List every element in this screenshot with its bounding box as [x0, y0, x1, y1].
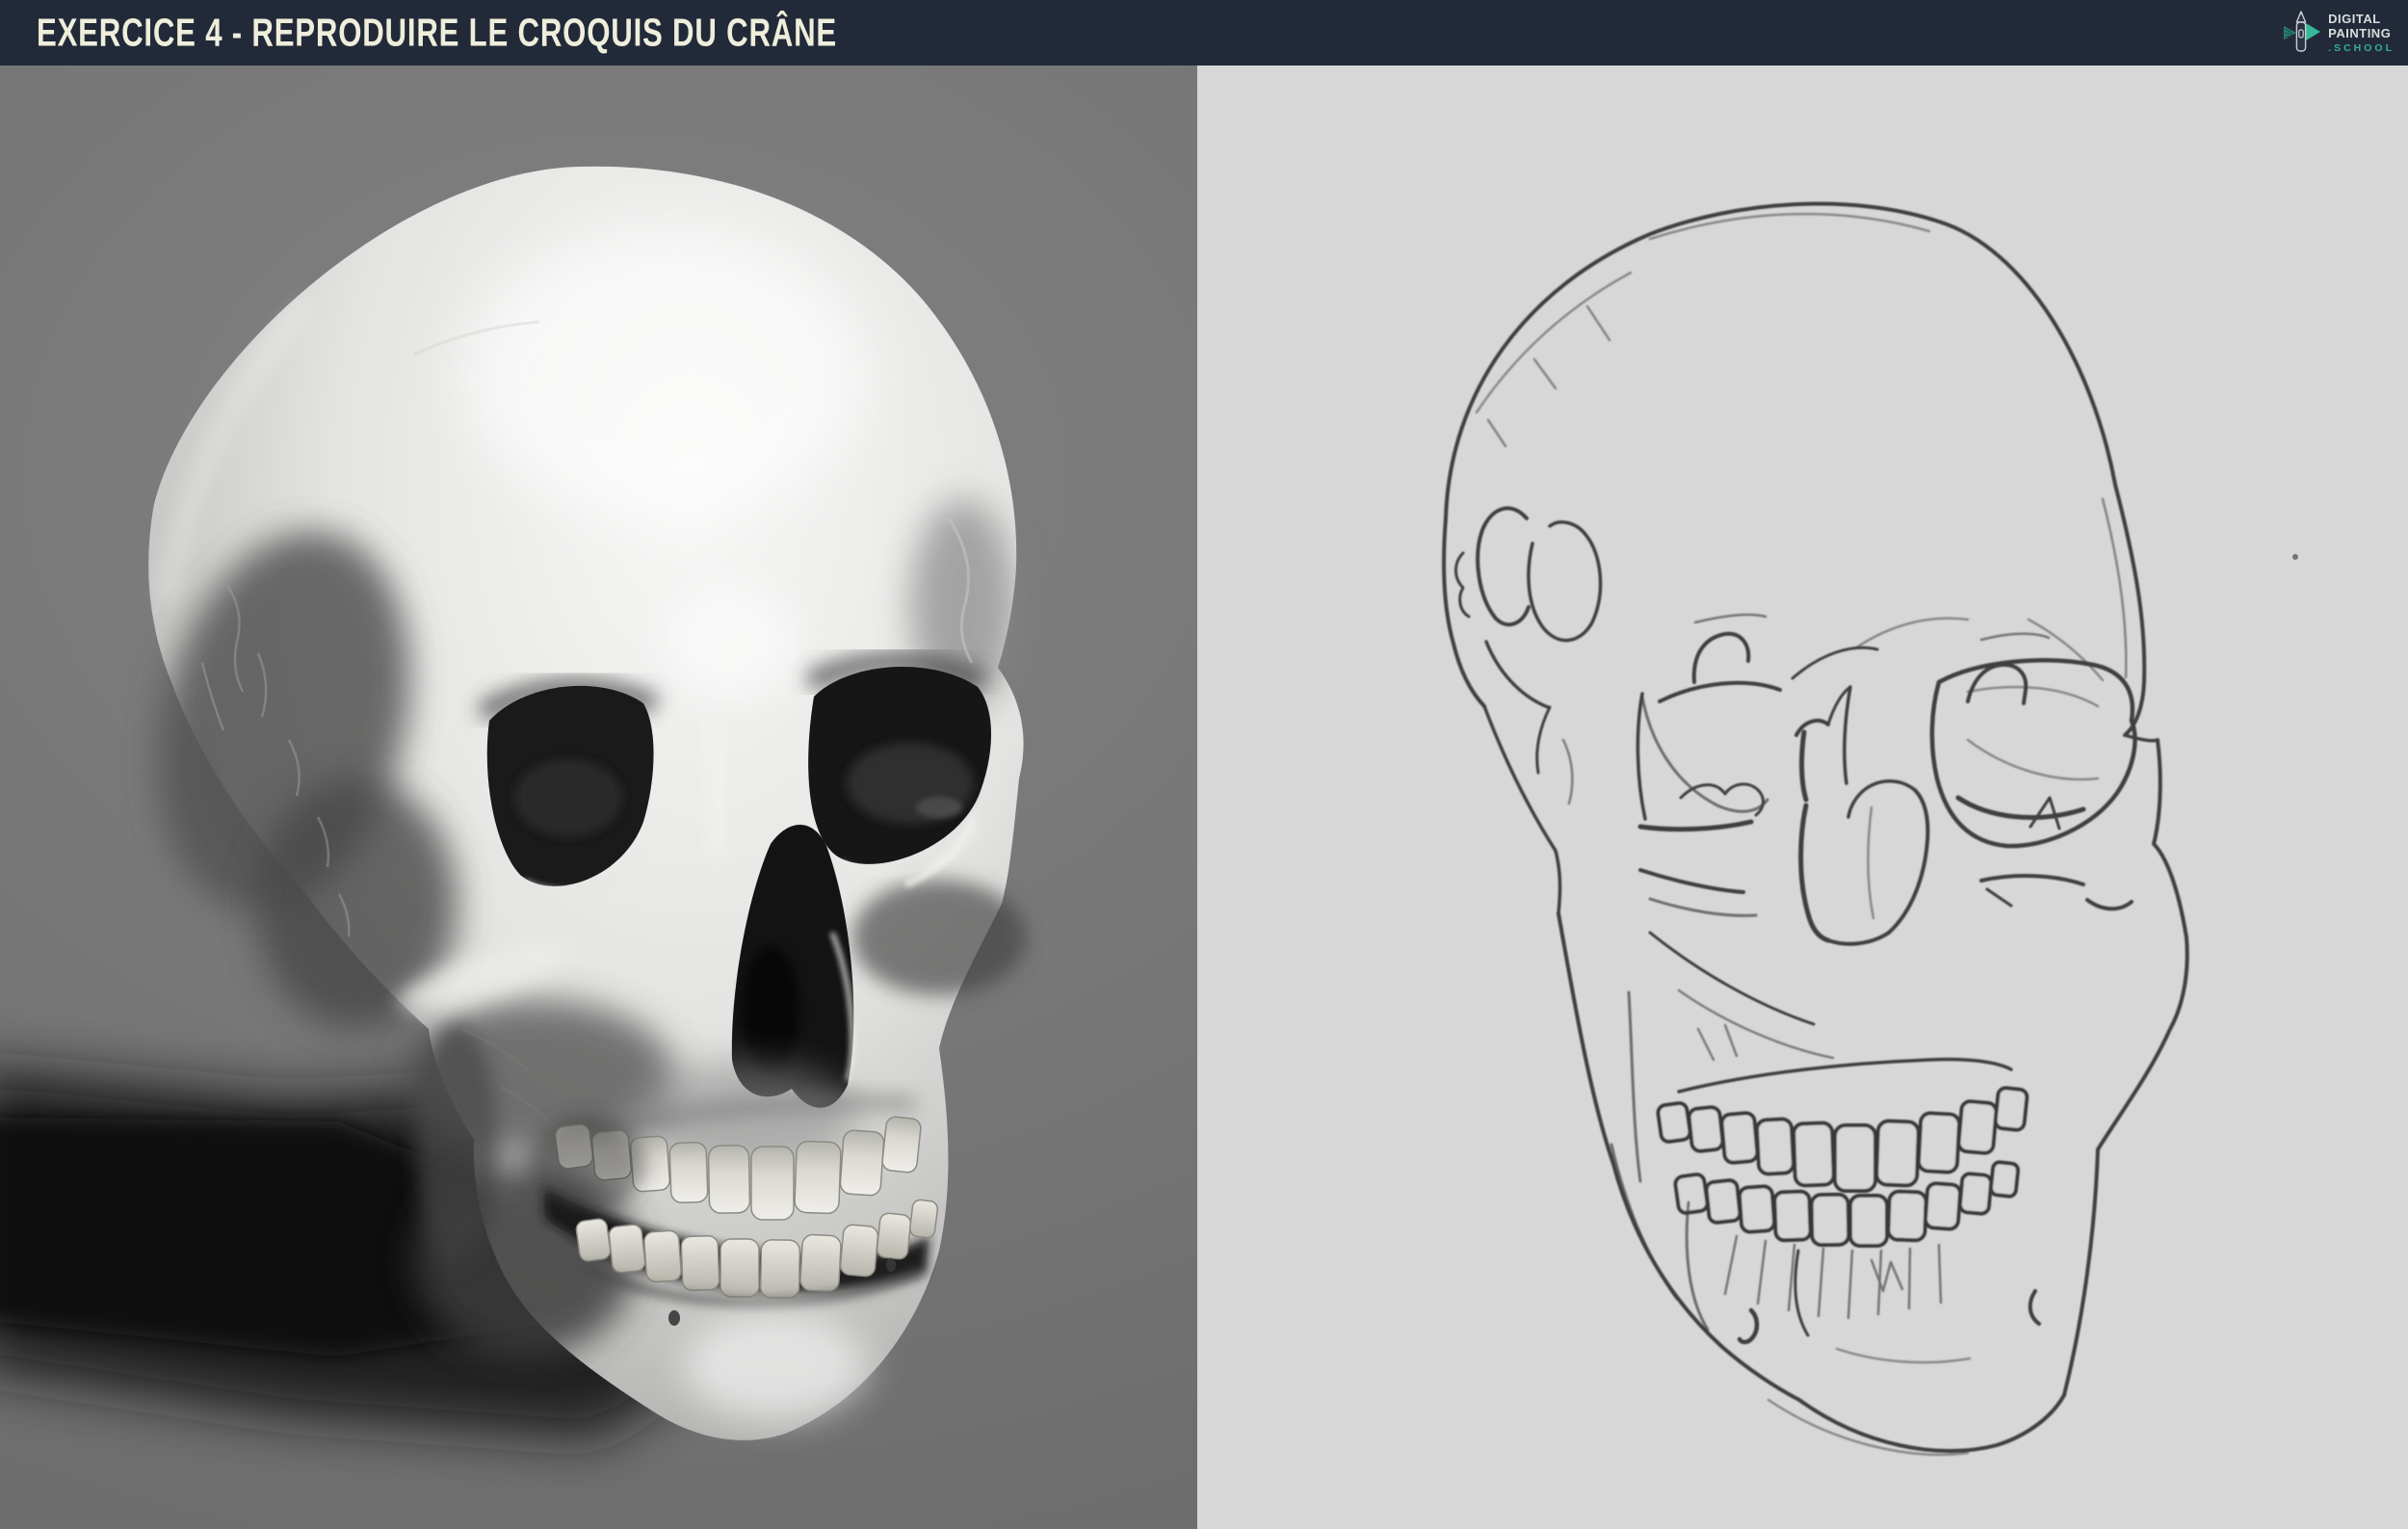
logo-word-school: .SCHOOL	[2328, 41, 2395, 54]
exercise-slide: EXERCICE 4 - REPRODUIRE LE CROQUIS DU CR…	[0, 0, 2408, 1529]
header-bar: EXERCICE 4 - REPRODUIRE LE CROQUIS DU CR…	[0, 0, 2408, 66]
logo: DIGITAL PAINTING .SCHOOL	[2283, 10, 2395, 56]
stray-dot	[2292, 554, 2298, 560]
skull-render-graphic	[0, 166, 1026, 1440]
logo-word-digital: DIGITAL	[2328, 11, 2381, 26]
page-title: EXERCICE 4 - REPRODUIRE LE CROQUIS DU CR…	[37, 11, 837, 54]
skull-sketch-graphic	[1442, 201, 2298, 1457]
skull-sketch-panel	[1197, 66, 2408, 1529]
logo-text: DIGITAL PAINTING .SCHOOL	[2328, 13, 2395, 54]
skull-render-panel	[0, 66, 1197, 1529]
stylus-pencil-icon	[2283, 10, 2321, 56]
content-area	[0, 66, 2408, 1529]
logo-word-painting: PAINTING	[2328, 25, 2392, 40]
